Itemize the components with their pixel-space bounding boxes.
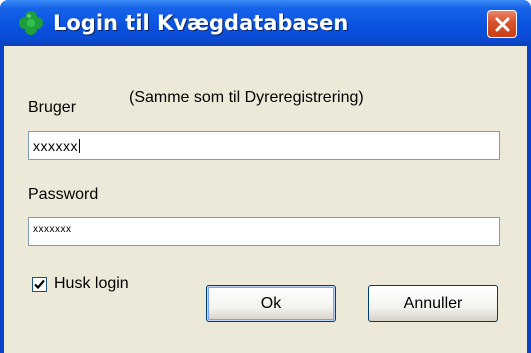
- close-button[interactable]: [487, 10, 517, 38]
- checkmark-icon: [34, 279, 45, 290]
- user-value: xxxxxx: [33, 138, 78, 154]
- password-field[interactable]: xxxxxxx: [28, 217, 500, 246]
- user-label: Bruger: [28, 99, 77, 116]
- close-icon: [495, 17, 510, 32]
- window-title: Login til Kvægdatabasen: [53, 11, 349, 35]
- title-bar[interactable]: Login til Kvægdatabasen: [0, 0, 531, 46]
- cancel-button[interactable]: Annuller: [368, 285, 498, 322]
- user-field[interactable]: xxxxxx: [28, 131, 500, 160]
- ok-button[interactable]: Ok: [206, 285, 336, 322]
- remember-login-label[interactable]: Husk login: [54, 274, 129, 294]
- green-clover-icon: [18, 10, 44, 36]
- remember-login-checkbox[interactable]: [32, 277, 47, 292]
- note-text: (Samme som til Dyreregistrering): [129, 89, 364, 106]
- password-value: xxxxxxx: [33, 224, 72, 235]
- login-dialog: Login til Kvægdatabasen (Samme som til D…: [0, 0, 531, 353]
- password-label: Password: [28, 186, 99, 203]
- dialog-body: (Samme som til Dyreregistrering) Bruger …: [4, 46, 527, 353]
- text-caret: [79, 139, 80, 153]
